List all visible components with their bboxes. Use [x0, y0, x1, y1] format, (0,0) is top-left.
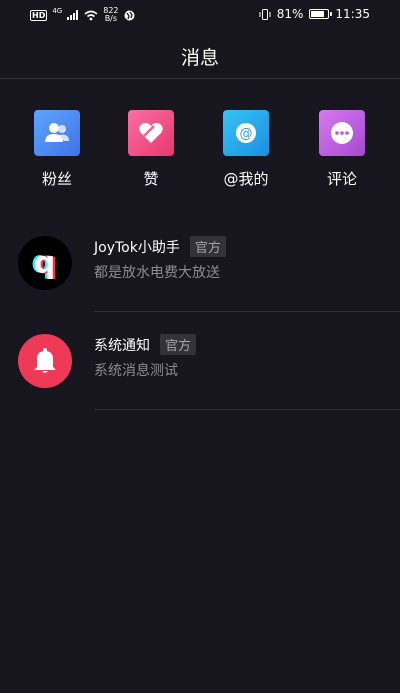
- status-right: 81% 11:35: [259, 7, 370, 21]
- action-likes[interactable]: 赞: [111, 110, 191, 189]
- vpn-icon: [124, 10, 135, 20]
- fans-icon: [45, 123, 69, 142]
- sender-name: 系统通知: [94, 337, 150, 354]
- message-preview: 都是放水电费大放送: [94, 265, 220, 281]
- svg-text:@: @: [240, 127, 253, 142]
- hd-indicator: HD: [30, 9, 48, 21]
- comments-tile[interactable]: [319, 110, 365, 156]
- divider: [94, 311, 400, 312]
- bell-icon: [34, 348, 56, 373]
- action-likes-label: 赞: [143, 170, 159, 188]
- action-fans[interactable]: 粉丝: [17, 110, 97, 189]
- message-preview: 系统消息测试: [94, 363, 178, 379]
- comment-icon: [331, 122, 353, 144]
- clock: 11:35: [335, 7, 370, 21]
- network-speed-unit: B/s: [104, 14, 118, 23]
- vibrate-icon: [259, 8, 271, 20]
- action-mentions[interactable]: @ @我的: [206, 110, 286, 189]
- page-title: 消息: [180, 47, 219, 69]
- official-badge: 官方: [160, 334, 197, 355]
- status-left: HD 4G 822 B/s: [30, 7, 135, 23]
- status-bar: HD 4G 822 B/s 81% 11:35: [0, 0, 400, 30]
- mentions-tile[interactable]: @: [223, 110, 269, 156]
- wifi-icon: [84, 10, 98, 20]
- action-comments[interactable]: 评论: [302, 110, 382, 189]
- signal-icon: [67, 10, 79, 20]
- action-fans-label: 粉丝: [41, 170, 72, 188]
- network-speed: 822 B/s: [103, 7, 118, 23]
- message-item-system[interactable]: 系统通知 官方 系统消息测试: [0, 334, 400, 430]
- fans-tile[interactable]: [34, 110, 80, 156]
- action-mentions-label: @我的: [223, 170, 269, 188]
- battery-percent: 81%: [276, 7, 304, 21]
- action-comments-label: 评论: [326, 170, 357, 188]
- sender-name: JoyTok小助手: [94, 239, 180, 256]
- divider: [94, 409, 400, 410]
- avatar[interactable]: [18, 334, 72, 388]
- joytok-logo-icon: q q q: [31, 247, 57, 279]
- svg-text:q: q: [34, 247, 55, 279]
- heart-icon: [139, 122, 163, 143]
- message-name: 系统通知 官方: [94, 334, 197, 355]
- quick-actions: 粉丝 赞 @ @我的 评论: [0, 110, 400, 190]
- at-icon: @: [236, 123, 256, 143]
- message-name: JoyTok小助手 官方: [94, 236, 226, 257]
- battery-icon: [309, 9, 333, 19]
- header: 消息: [0, 30, 400, 79]
- official-badge: 官方: [189, 236, 226, 257]
- avatar[interactable]: q q q: [18, 236, 72, 290]
- likes-tile[interactable]: [128, 110, 174, 156]
- message-item-joytok[interactable]: q q q JoyTok小助手 官方 都是放水电费大放送: [0, 236, 400, 332]
- network-type: 4G: [52, 7, 63, 15]
